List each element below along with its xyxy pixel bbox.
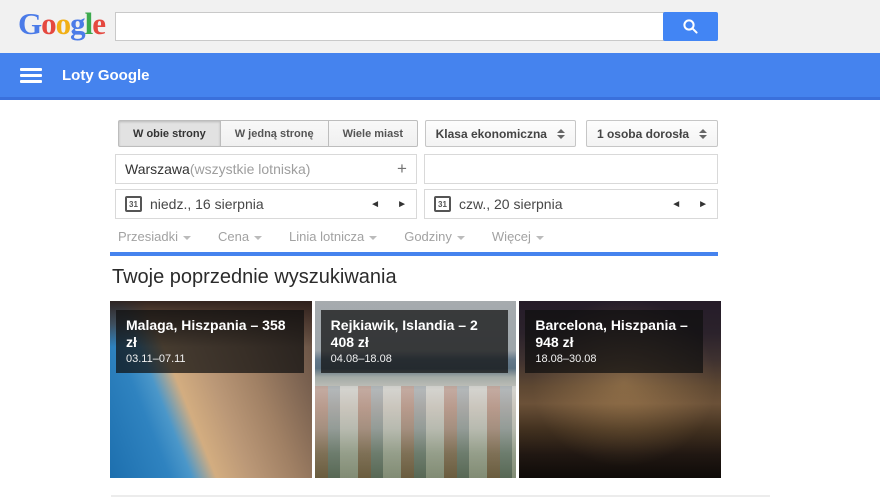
app-title: Loty Google xyxy=(62,66,150,84)
bottom-divider xyxy=(111,495,770,497)
logo-letter: o xyxy=(41,6,56,41)
tab-multi-city[interactable]: Wiele miast xyxy=(328,120,419,147)
calendar-icon: 31 xyxy=(125,196,142,212)
origin-airports-note: (wszystkie lotniska) xyxy=(189,161,311,177)
cabin-class-value: Klasa ekonomiczna xyxy=(435,126,547,141)
top-search-bar: Google xyxy=(0,0,880,53)
tab-one-way[interactable]: W jedną stronę xyxy=(220,120,329,147)
route-row: Warszawa (wszystkie lotniska) + xyxy=(115,154,718,184)
return-date-field[interactable]: 31 czw., 20 sierpnia ◄ ► xyxy=(423,189,718,219)
search-input[interactable] xyxy=(115,12,678,41)
passenger-class-selects: Klasa ekonomiczna 1 osoba dorosła xyxy=(424,120,718,147)
passengers-select[interactable]: 1 osoba dorosła xyxy=(585,120,718,147)
logo-letter: g xyxy=(70,6,85,41)
main-content: W obie strony W jedną stronę Wiele miast… xyxy=(0,120,880,497)
spinner-icon xyxy=(556,128,565,139)
card-title: Malaga, Hiszpania – 358 zł xyxy=(126,317,286,350)
card-caption: Malaga, Hiszpania – 358 zł 03.11–07.11 xyxy=(116,310,304,373)
card-title: Rejkiawik, Islandia – 2 408 zł xyxy=(330,317,478,350)
spinner-icon xyxy=(699,128,707,139)
menu-icon[interactable] xyxy=(20,65,42,86)
search-button[interactable] xyxy=(663,12,718,41)
filter-times[interactable]: Godziny xyxy=(404,229,465,244)
search-icon xyxy=(683,19,698,34)
card-caption: Barcelona, Hiszpania – 948 zł 18.08–30.0… xyxy=(525,310,704,373)
next-day-icon[interactable]: ► xyxy=(698,199,708,210)
flight-search-form: W obie strony W jedną stronę Wiele miast… xyxy=(110,120,718,256)
previous-search-card-malaga[interactable]: Malaga, Hiszpania – 358 zł 03.11–07.11 xyxy=(110,301,312,478)
logo-letter: o xyxy=(55,6,71,41)
departure-date-field[interactable]: 31 niedz., 16 sierpnia ◄ ► xyxy=(115,189,417,219)
card-dates: 03.11–07.11 xyxy=(126,353,186,365)
return-date-value: czw., 20 sierpnia xyxy=(458,196,563,212)
add-airport-icon[interactable]: + xyxy=(397,159,407,179)
chevron-down-icon xyxy=(369,235,378,240)
tab-round-trip[interactable]: W obie strony xyxy=(118,120,221,147)
departure-date-steppers: ◄ ► xyxy=(370,199,407,210)
filter-more[interactable]: Więcej xyxy=(492,229,544,244)
return-date-steppers: ◄ ► xyxy=(671,199,708,210)
filter-airline[interactable]: Linia lotnicza xyxy=(289,229,378,244)
filter-stops[interactable]: Przesiadki xyxy=(118,229,191,244)
chevron-down-icon xyxy=(456,235,465,240)
chevron-down-icon xyxy=(182,235,191,240)
calendar-icon: 31 xyxy=(433,196,451,212)
chevron-down-icon xyxy=(535,235,544,240)
logo-letter: e xyxy=(92,6,106,41)
app-navbar: Loty Google xyxy=(0,53,880,100)
passengers-value: 1 osoba dorosła xyxy=(596,126,689,141)
trip-type-toggle: W obie strony W jedną stronę Wiele miast xyxy=(118,120,419,147)
next-day-icon[interactable]: ► xyxy=(397,199,407,210)
filters-row: Przesiadki Cena Linia lotnicza Godziny W… xyxy=(118,229,718,244)
origin-input[interactable]: Warszawa (wszystkie lotniska) + xyxy=(115,154,417,184)
card-caption: Rejkiawik, Islandia – 2 408 zł 04.08–18.… xyxy=(320,310,509,373)
departure-date-value: niedz., 16 sierpnia xyxy=(150,196,264,212)
google-logo[interactable]: Google xyxy=(18,6,106,42)
form-accent-divider xyxy=(110,252,718,256)
card-title: Barcelona, Hiszpania – 948 zł xyxy=(535,317,688,350)
card-dates: 04.08–18.08 xyxy=(330,353,392,365)
previous-searches-heading: Twoje poprzednie wyszukiwania xyxy=(112,266,397,288)
previous-searches-list: Malaga, Hiszpania – 358 zł 03.11–07.11 R… xyxy=(110,301,722,478)
previous-search-card-barcelona[interactable]: Barcelona, Hiszpania – 948 zł 18.08–30.0… xyxy=(519,301,722,478)
chevron-down-icon xyxy=(254,235,263,240)
previous-search-card-reykjavik[interactable]: Rejkiawik, Islandia – 2 408 zł 04.08–18.… xyxy=(314,301,517,478)
destination-input[interactable] xyxy=(423,154,718,184)
dates-row: 31 niedz., 16 sierpnia ◄ ► 31 czw., 20 s… xyxy=(115,189,718,219)
prev-day-icon[interactable]: ◄ xyxy=(671,199,681,210)
prev-day-icon[interactable]: ◄ xyxy=(370,199,380,210)
logo-letter: G xyxy=(18,6,42,41)
cabin-class-select[interactable]: Klasa ekonomiczna xyxy=(424,120,576,147)
card-dates: 18.08–30.08 xyxy=(535,353,597,365)
options-row: W obie strony W jedną stronę Wiele miast… xyxy=(110,120,718,147)
filter-price[interactable]: Cena xyxy=(218,229,263,244)
origin-city: Warszawa xyxy=(125,161,190,177)
